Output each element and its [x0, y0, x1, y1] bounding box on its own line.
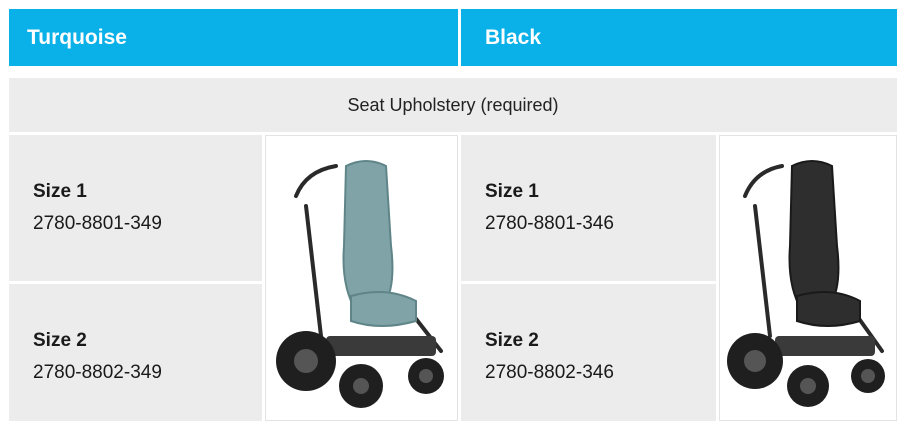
size-label: Size 1 — [485, 181, 539, 202]
size-label: Size 1 — [33, 181, 87, 202]
size-label: Size 2 — [485, 330, 539, 351]
section-title: Seat Upholstery (required) — [9, 78, 897, 132]
header-turquoise: Turquoise — [9, 9, 458, 66]
black-stroller-image — [727, 160, 885, 407]
part-number: 2780-8801-349 — [33, 213, 162, 234]
cell-turquoise-size1: Size 1 2780-8801-349 — [9, 135, 262, 281]
part-number: 2780-8801-346 — [485, 213, 614, 234]
image-cell-turquoise — [265, 135, 458, 421]
part-number: 2780-8802-346 — [485, 362, 614, 383]
image-cell-black — [719, 135, 897, 421]
cell-black-size1: Size 1 2780-8801-346 — [461, 135, 716, 281]
header-black: Black — [461, 9, 897, 66]
part-number: 2780-8802-349 — [33, 362, 162, 383]
cell-turquoise-size2: Size 2 2780-8802-349 — [9, 284, 262, 421]
cell-black-size2: Size 2 2780-8802-346 — [461, 284, 716, 421]
size-label: Size 2 — [33, 330, 87, 351]
turquoise-stroller-image — [276, 160, 444, 408]
